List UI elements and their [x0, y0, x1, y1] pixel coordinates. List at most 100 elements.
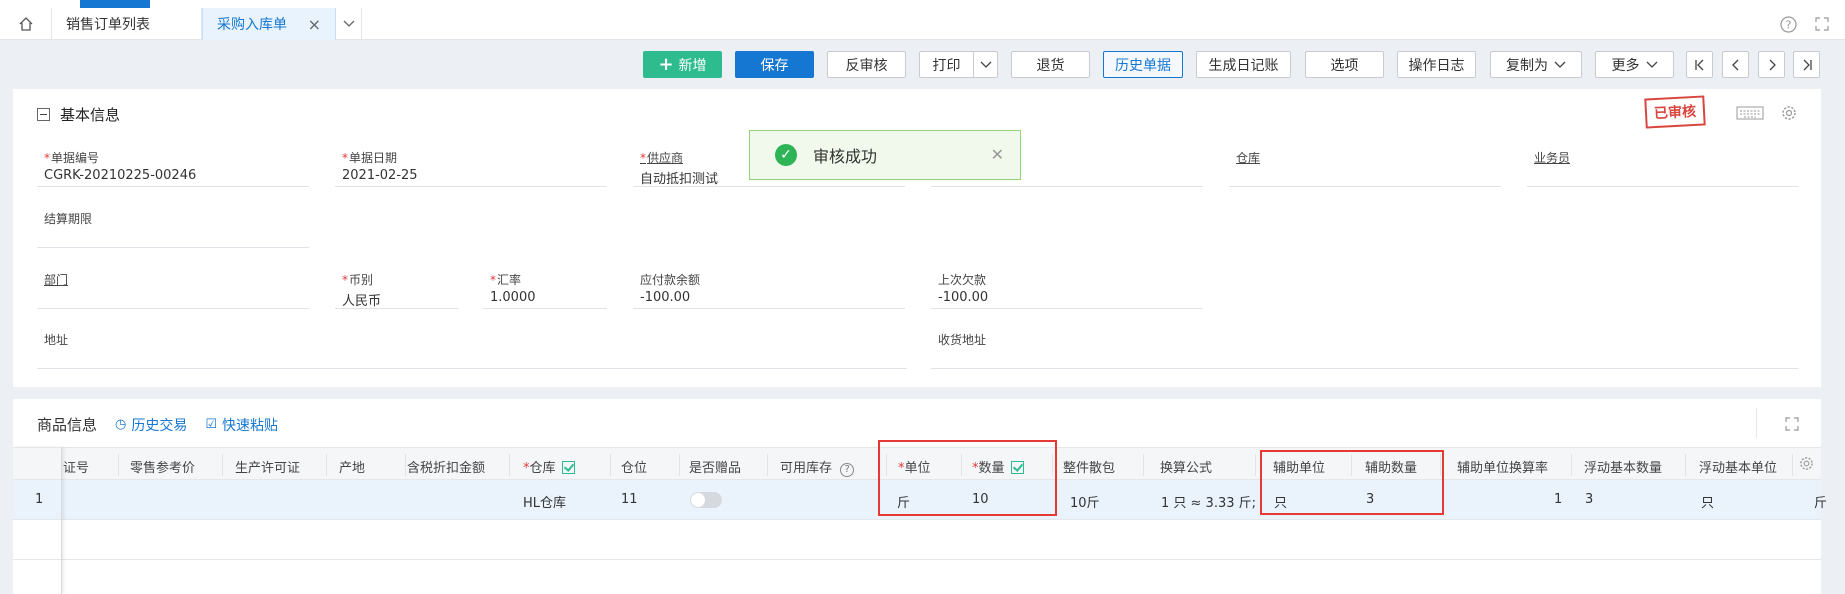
col-header-available-stock[interactable]: 可用库存 ? [780, 457, 855, 477]
column-settings-button[interactable] [1799, 456, 1814, 475]
check-circle-icon: ✓ [775, 144, 797, 166]
col-header[interactable]: 是否赠品 [689, 457, 741, 476]
save-button[interactable]: 保存 [735, 51, 814, 78]
return-button[interactable]: 退货 [1011, 51, 1090, 78]
print-dropdown-button[interactable] [973, 51, 998, 78]
col-header[interactable]: 证号 [63, 457, 89, 476]
help-button[interactable]: ? [1778, 14, 1798, 34]
field-label: *单据编号 [44, 151, 100, 165]
print-button[interactable]: 打印 [919, 51, 973, 78]
tab-sales-order-list[interactable]: 销售订单列表 [52, 8, 202, 40]
col-header[interactable]: 含税折扣金额 [407, 457, 485, 476]
address-field[interactable]: 地址 [37, 325, 907, 369]
col-divider[interactable] [1571, 454, 1572, 476]
doc-date-field[interactable]: *单据日期 2021-02-25 [335, 143, 607, 187]
collapse-icon[interactable] [37, 108, 50, 121]
col-divider[interactable] [222, 454, 223, 476]
tab-dropdown-button[interactable] [336, 8, 362, 40]
unaudit-label: 反审核 [845, 57, 888, 74]
field-label[interactable]: *供应商 [640, 149, 683, 166]
col-divider[interactable] [118, 454, 119, 476]
col-header[interactable]: 浮动基本单位 [1699, 457, 1777, 476]
options-button[interactable]: 选项 [1305, 51, 1384, 78]
col-divider[interactable] [405, 454, 406, 476]
settle-term-field[interactable]: 结算期限 [37, 204, 309, 248]
prev-record-button[interactable] [1722, 51, 1749, 78]
currency-field[interactable]: *币别 人民币 [335, 265, 459, 309]
history-trade-link[interactable]: ◷ 历史交易 [115, 415, 187, 435]
operation-log-button[interactable]: 操作日志 [1397, 51, 1476, 78]
history-docs-button[interactable]: 历史单据 [1103, 51, 1183, 78]
more-button[interactable]: 更多 [1595, 51, 1674, 78]
last-record-button[interactable] [1793, 51, 1820, 78]
salesman-field[interactable]: 业务员 [1527, 143, 1799, 187]
basic-info-header[interactable]: 基本信息 [37, 104, 120, 125]
home-button[interactable] [0, 8, 52, 40]
col-header[interactable]: 辅助单位换算率 [1457, 457, 1548, 476]
cell-position[interactable]: 11 [621, 492, 638, 507]
success-toast: ✓ 审核成功 ✕ [749, 130, 1021, 180]
col-divider[interactable] [1143, 454, 1144, 476]
settings-button[interactable] [1779, 103, 1799, 123]
col-divider[interactable] [767, 454, 768, 476]
field-label[interactable]: 仓库 [1236, 149, 1260, 166]
field-label: 地址 [44, 333, 69, 347]
rate-value: 1.0000 [490, 290, 536, 305]
col-divider[interactable] [679, 454, 680, 476]
journal-button[interactable]: 生成日记账 [1196, 51, 1291, 78]
col-header[interactable]: 生产许可证 [235, 457, 300, 476]
keyboard-button[interactable] [1735, 103, 1765, 123]
clock-icon: ◷ [115, 417, 127, 432]
col-header[interactable]: 换算公式 [1160, 457, 1212, 476]
chevron-right-icon [1769, 59, 1776, 70]
cell-pack[interactable]: 10斤 [1070, 492, 1100, 511]
col-divider[interactable] [610, 454, 611, 476]
quick-paste-link[interactable]: ☑ 快速粘贴 [205, 415, 278, 435]
col-divider[interactable] [1792, 454, 1793, 476]
field-label[interactable]: 部门 [44, 271, 68, 288]
fullscreen-button[interactable] [1812, 14, 1832, 34]
copy-as-button[interactable]: 复制为 [1490, 51, 1582, 78]
cell-float-qty[interactable]: 3 [1585, 492, 1593, 507]
col-divider[interactable] [509, 454, 510, 476]
next-record-button[interactable] [1758, 51, 1785, 78]
col-header[interactable]: 浮动基本数量 [1584, 457, 1662, 476]
unaudit-button[interactable]: 反审核 [827, 51, 906, 78]
close-icon[interactable]: ✕ [991, 145, 1004, 164]
tab-purchase-inbound[interactable]: 采购入库单 × [202, 8, 336, 40]
rate-field[interactable]: *汇率 1.0000 [483, 265, 607, 309]
fullscreen-icon [1815, 17, 1829, 31]
field-label[interactable]: 业务员 [1534, 149, 1570, 166]
table-row-empty[interactable] [13, 520, 1821, 560]
doc-no-field[interactable]: *单据编号 CGRK-20210225-00246 [37, 143, 309, 187]
col-header[interactable]: 仓位 [621, 457, 647, 476]
expand-grid-button[interactable] [1782, 414, 1802, 434]
receive-address-field[interactable]: 收货地址 [931, 325, 1798, 369]
col-divider[interactable] [1685, 454, 1686, 476]
col-divider[interactable] [326, 454, 327, 476]
cell-float-unit[interactable]: 只 [1701, 492, 1714, 511]
help-icon[interactable]: ? [840, 463, 855, 477]
tab-label: 销售订单列表 [66, 17, 150, 33]
col-header[interactable]: 产地 [339, 457, 365, 476]
cell-aux-rate[interactable]: 1 [1554, 492, 1562, 507]
highlight-box-aux [1260, 450, 1444, 515]
warehouse-field[interactable]: 仓库 [1229, 143, 1501, 187]
fullscreen-icon [1785, 417, 1799, 431]
field-label: 上次欠款 [938, 273, 987, 287]
chevron-down-icon [1554, 61, 1566, 68]
help-icon: ? [1779, 15, 1797, 33]
add-button[interactable]: + 新增 [643, 51, 722, 78]
col-header-warehouse[interactable]: *仓库 [523, 457, 575, 476]
dept-field[interactable]: 部门 [37, 265, 309, 309]
close-icon[interactable]: × [308, 15, 321, 34]
col-header[interactable]: 零售参考价 [130, 457, 195, 476]
checkbox-icon[interactable] [561, 461, 575, 474]
first-record-button[interactable] [1686, 51, 1713, 78]
oplog-label: 操作日志 [1408, 57, 1465, 74]
cell-warehouse[interactable]: HL仓库 [523, 492, 566, 511]
col-header[interactable]: 整件散包 [1063, 457, 1115, 476]
gift-toggle[interactable] [690, 492, 722, 508]
cell-formula: 1 只 ≈ 3.33 斤; [1161, 496, 1257, 511]
col-divider[interactable] [1255, 454, 1256, 476]
